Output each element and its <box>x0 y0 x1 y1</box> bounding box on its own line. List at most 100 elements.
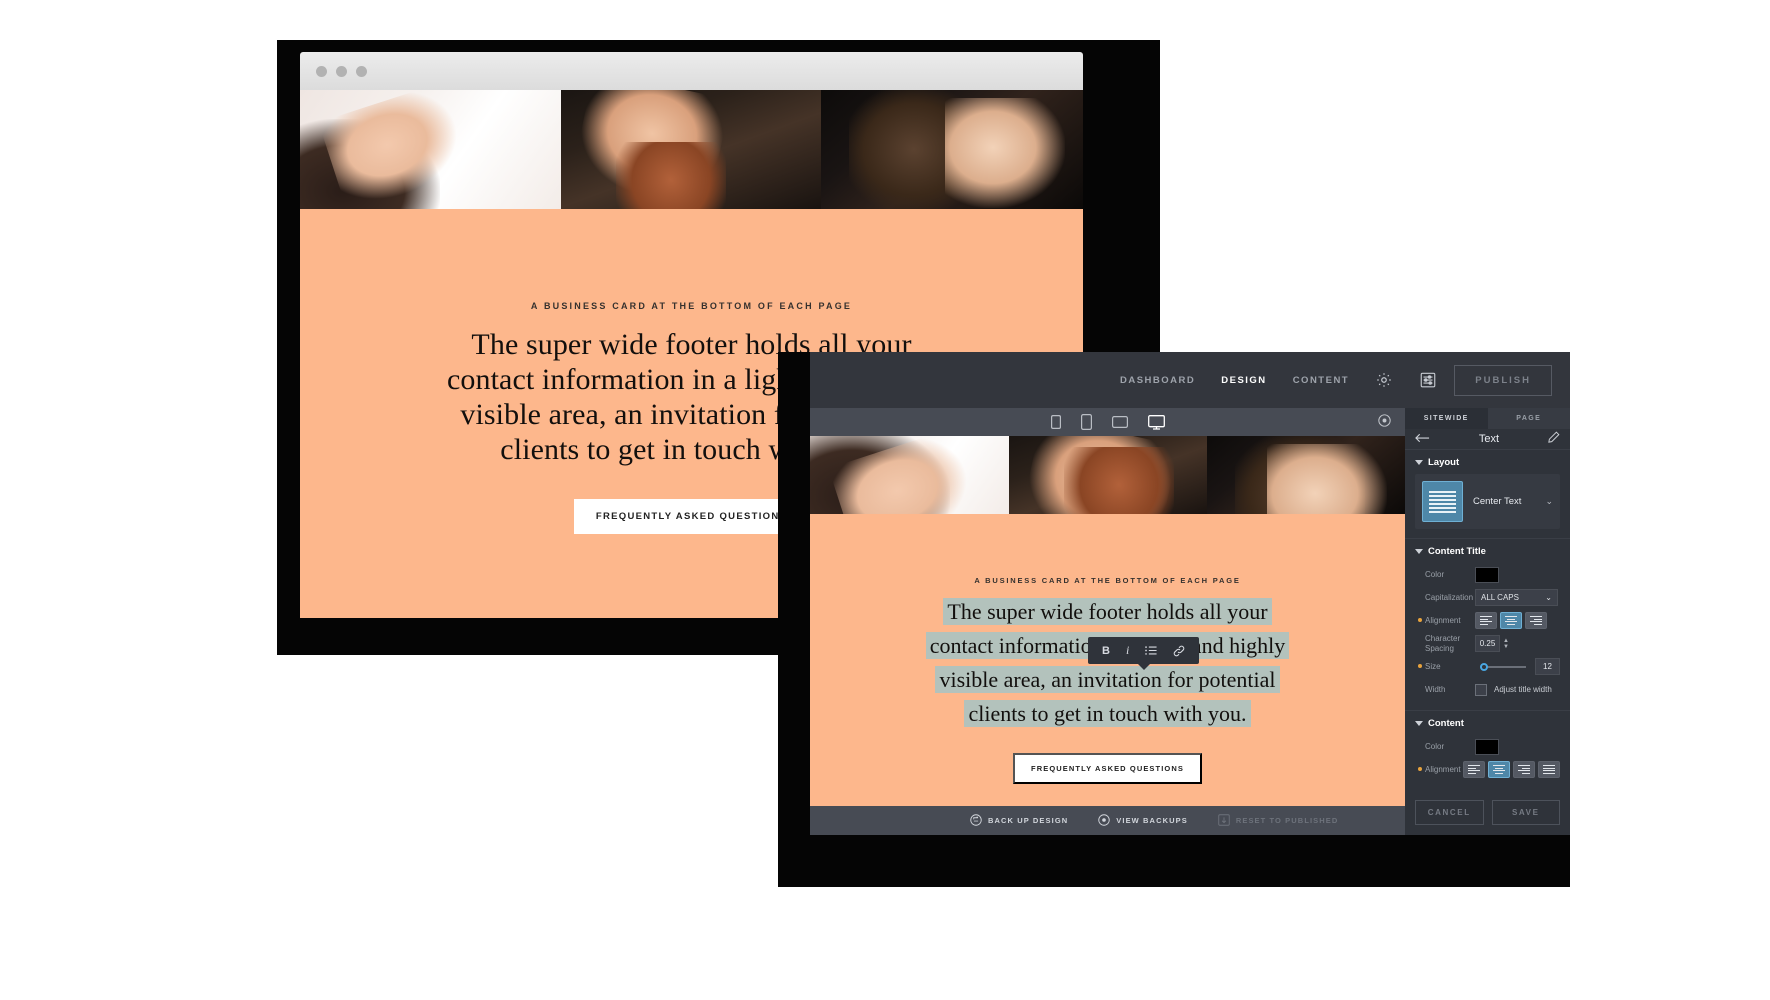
row-label: Capitalization <box>1425 592 1474 602</box>
mobile-portrait-icon[interactable] <box>1050 415 1061 429</box>
layout-selector[interactable]: Center Text ⌄ <box>1415 474 1560 529</box>
section-content-header[interactable]: Content <box>1415 718 1560 729</box>
close-dot[interactable] <box>316 65 327 77</box>
photo-thumbnail <box>810 436 1009 514</box>
reset-to-published-button: RESET TO PUBLISHED <box>1218 813 1339 828</box>
nav-item-dashboard[interactable]: DASHBOARD <box>1120 375 1195 386</box>
align-left-button[interactable] <box>1475 612 1497 629</box>
row-width: Width Adjust title width <box>1415 678 1560 701</box>
reset-icon <box>1218 813 1230 828</box>
minimize-dot[interactable] <box>336 65 347 77</box>
headline-line[interactable]: clients to get in touch with you. <box>810 697 1405 731</box>
section-layout: Layout Center Text ⌄ <box>1405 449 1570 538</box>
adjust-title-width-checkbox[interactable] <box>1475 683 1487 696</box>
center-text-thumb <box>1422 481 1463 522</box>
eye-circle-icon <box>1098 813 1110 828</box>
align-right-button[interactable] <box>1513 761 1535 778</box>
row-label: Color <box>1425 741 1445 751</box>
modified-bullet <box>1418 664 1422 668</box>
device-toolbar <box>810 408 1405 436</box>
editor-canvas-pane: A BUSINESS CARD AT THE BOTTOM OF EACH PA… <box>810 408 1405 835</box>
align-right-button[interactable] <box>1525 612 1547 629</box>
photo-thumbnail <box>821 90 1083 209</box>
nav-item-content[interactable]: CONTENT <box>1293 375 1349 386</box>
mobile-landscape-icon[interactable] <box>1080 414 1092 430</box>
modified-bullet <box>1418 767 1422 771</box>
character-spacing-input[interactable]: 0.25 <box>1475 635 1500 652</box>
desktop-icon[interactable] <box>1147 414 1165 430</box>
editor-nav: DASHBOARD DESIGN CONTENT <box>1120 371 1437 389</box>
caret-down-icon <box>1415 549 1423 554</box>
slider-knob[interactable] <box>1480 662 1488 671</box>
cancel-button[interactable]: CANCEL <box>1415 800 1484 825</box>
nav-item-design[interactable]: DESIGN <box>1221 375 1266 386</box>
back-up-design-button[interactable]: BACK UP DESIGN <box>970 813 1069 828</box>
row-label: Width <box>1425 684 1446 694</box>
section-label: Content <box>1428 718 1464 729</box>
section-label: Content Title <box>1428 546 1486 557</box>
tab-page[interactable]: PAGE <box>1487 408 1570 429</box>
stepper-down-icon[interactable]: ▼ <box>1503 644 1509 650</box>
zoom-dot[interactable] <box>356 65 367 77</box>
selected-text[interactable]: clients to get in touch with you. <box>964 700 1251 728</box>
footer-eyebrow: A BUSINESS CARD AT THE BOTTOM OF EACH PA… <box>530 301 853 311</box>
size-slider[interactable] <box>1480 662 1526 671</box>
section-layout-header[interactable]: Layout <box>1415 457 1560 468</box>
view-backups-button[interactable]: VIEW BACKUPS <box>1098 813 1188 828</box>
tab-sitewide[interactable]: SITEWIDE <box>1405 408 1488 429</box>
faq-button[interactable]: FREQUENTLY ASKED QUESTIONS <box>573 499 810 535</box>
selected-text[interactable]: The super wide footer holds all your <box>943 598 1272 625</box>
align-justify-button[interactable] <box>1538 761 1560 778</box>
row-title-alignment: Alignment <box>1415 609 1560 632</box>
photo-thumbnail <box>300 90 561 209</box>
align-center-button[interactable] <box>1500 612 1522 629</box>
editor-topbar: DASHBOARD DESIGN CONTENT PUBLISH <box>810 352 1570 408</box>
capitalization-select[interactable]: ALL CAPS ⌄ <box>1475 589 1558 606</box>
headline-line[interactable]: visible area, an invitation for potentia… <box>810 663 1405 697</box>
selected-text[interactable]: visible area, an invitation for potentia… <box>935 666 1280 694</box>
row-label: Size <box>1425 661 1441 671</box>
faq-button[interactable]: FREQUENTLY ASKED QUESTIONS <box>1013 753 1202 785</box>
row-character-spacing: Character Spacing 0.25 ▲ ▼ <box>1415 632 1560 655</box>
stepper-arrows[interactable]: ▲ ▼ <box>1503 638 1509 650</box>
publish-button[interactable]: PUBLISH <box>1454 364 1552 396</box>
sliders-icon[interactable] <box>1419 371 1437 389</box>
pencil-icon[interactable] <box>1548 430 1560 448</box>
eye-icon[interactable] <box>1378 414 1391 432</box>
tablet-icon[interactable] <box>1111 416 1128 428</box>
canvas-preview[interactable]: A BUSINESS CARD AT THE BOTTOM OF EACH PA… <box>810 436 1405 835</box>
photo-strip <box>810 436 1405 514</box>
button-label: RESET TO PUBLISHED <box>1235 816 1339 825</box>
button-label: BACK UP DESIGN <box>988 816 1069 825</box>
editor-body: A BUSINESS CARD AT THE BOTTOM OF EACH PA… <box>810 408 1570 835</box>
screenshot-stage: A BUSINESS CARD AT THE BOTTOM OF EACH PA… <box>0 0 1770 1000</box>
title-alignment-group <box>1475 612 1547 629</box>
caret-down-icon <box>1415 460 1423 465</box>
section-content-title-header[interactable]: Content Title <box>1415 546 1560 557</box>
photo-thumbnail <box>561 90 821 209</box>
gear-icon[interactable] <box>1375 371 1393 389</box>
bullet-list-icon[interactable] <box>1145 645 1157 656</box>
italic-icon[interactable]: i <box>1126 643 1129 658</box>
properties-sidebar: SITEWIDE PAGE Text Layout Center Text ⌄ … <box>1405 408 1570 835</box>
headline-line[interactable]: The super wide footer holds all your <box>810 595 1405 629</box>
photo-thumbnail <box>1008 436 1207 514</box>
save-button[interactable]: SAVE <box>1491 800 1560 825</box>
align-center-button[interactable] <box>1488 761 1510 778</box>
row-title-color: Color <box>1415 563 1560 586</box>
align-left-button[interactable] <box>1463 761 1485 778</box>
section-label: Layout <box>1428 457 1460 468</box>
color-swatch[interactable] <box>1475 738 1499 755</box>
caret-down-icon <box>1415 721 1423 726</box>
sidebar-actions: CANCEL SAVE <box>1405 790 1570 835</box>
color-swatch[interactable] <box>1475 566 1499 583</box>
size-input[interactable]: 12 <box>1535 658 1560 675</box>
chevron-down-icon: ⌄ <box>1545 496 1553 506</box>
button-label: VIEW BACKUPS <box>1116 816 1188 825</box>
footer-eyebrow[interactable]: A BUSINESS CARD AT THE BOTTOM OF EACH PA… <box>810 576 1405 585</box>
link-icon[interactable] <box>1173 645 1185 657</box>
sidebar-header: Text <box>1405 429 1570 449</box>
editor-shell: DASHBOARD DESIGN CONTENT PUBLISH A BUSIN… <box>810 352 1570 835</box>
arrow-left-icon[interactable] <box>1415 430 1430 448</box>
bold-icon[interactable]: B <box>1102 645 1110 657</box>
